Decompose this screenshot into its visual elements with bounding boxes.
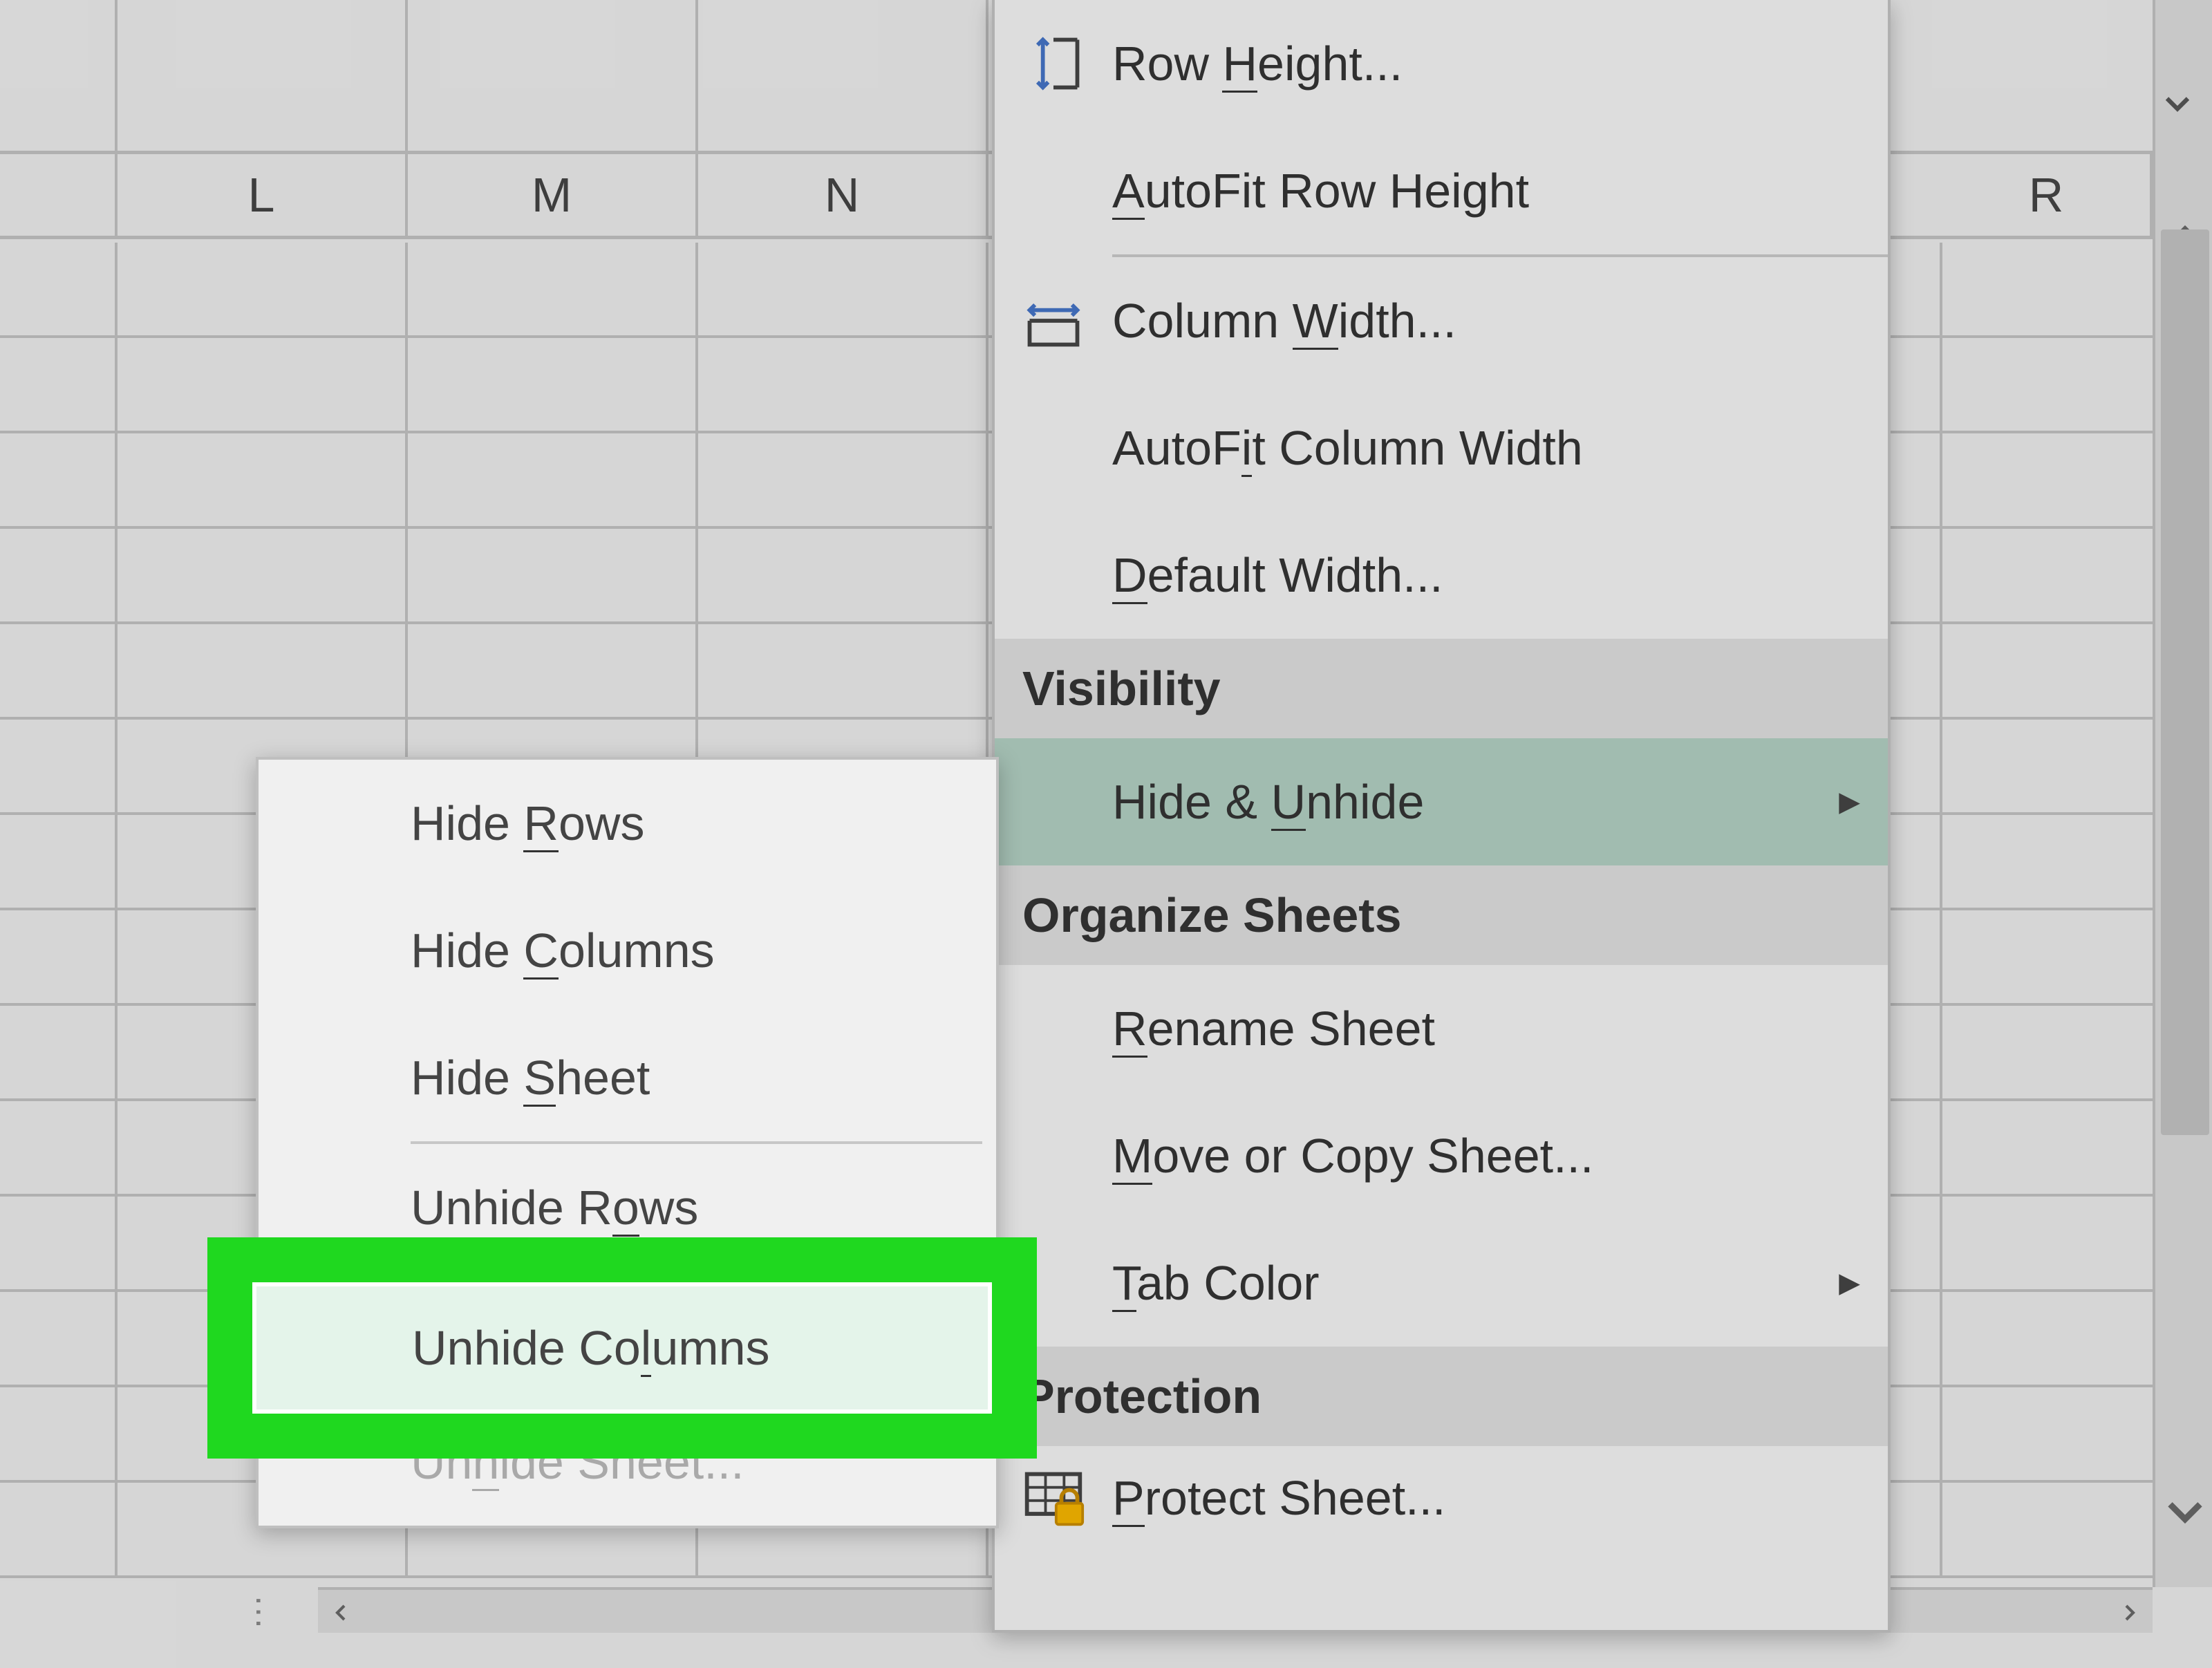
row-header-gutter[interactable] [0, 154, 118, 236]
submenu-hide-rows[interactable]: Hide Rows [259, 760, 996, 887]
grid-cell[interactable] [0, 529, 118, 624]
submenu-arrow-icon: ▶ [1839, 786, 1860, 818]
submenu-arrow-icon: ▶ [1839, 1267, 1860, 1299]
menu-hide-unhide[interactable]: Hide & Unhide ▶ [995, 738, 1888, 865]
menu-label: AutoFit Column Width [1112, 384, 1888, 512]
grid-cell[interactable] [0, 243, 118, 338]
grid-cell[interactable] [1942, 910, 2153, 1006]
grid-cell[interactable] [0, 338, 118, 433]
sheet-tab-menu-icon[interactable]: … [245, 1589, 291, 1631]
protect-sheet-icon [995, 1466, 1112, 1530]
grid-cell[interactable] [1942, 624, 2153, 720]
grid-cell[interactable] [1942, 1006, 2153, 1101]
menu-move-or-copy-sheet[interactable]: Move or Copy Sheet... [995, 1092, 1888, 1219]
grid-cell[interactable] [408, 433, 698, 529]
grid-cell[interactable] [0, 815, 118, 910]
scroll-thumb[interactable] [2161, 229, 2209, 1135]
column-header-L[interactable]: L [118, 154, 408, 236]
grid-cell[interactable] [0, 1197, 118, 1292]
submenu-hide-sheet[interactable]: Hide Sheet [259, 1014, 996, 1141]
column-header-R[interactable]: R [1942, 154, 2153, 236]
column-header-M[interactable]: M [408, 154, 698, 236]
menu-rename-sheet[interactable]: Rename Sheet [995, 965, 1888, 1092]
grid-cell[interactable] [0, 910, 118, 1006]
format-menu: Row Height... AutoFit Row Height Column … [992, 0, 1891, 1633]
menu-label: Move or Copy Sheet... [1112, 1092, 1888, 1219]
scroll-right-button[interactable] [2107, 1590, 2153, 1636]
grid-cell[interactable] [408, 624, 698, 720]
tutorial-highlight-label: Unhide Columns [252, 1282, 992, 1414]
menu-header-visibility: Visibility [995, 639, 1888, 738]
grid-cell[interactable] [698, 433, 988, 529]
grid-cell[interactable] [1942, 1197, 2153, 1292]
tutorial-highlight-box: Unhide Columns [207, 1237, 1037, 1459]
grid-cell[interactable] [698, 243, 988, 338]
grid-cell[interactable] [1942, 1483, 2153, 1578]
grid-cell[interactable] [1942, 338, 2153, 433]
grid-cell[interactable] [408, 243, 698, 338]
grid-cell[interactable] [0, 1387, 118, 1483]
grid-cell[interactable] [1942, 1101, 2153, 1197]
grid-cell[interactable] [408, 338, 698, 433]
menu-label: AutoFit Row Height [1112, 127, 1888, 254]
menu-label: Tab Color [1112, 1219, 1888, 1347]
grid-cell[interactable] [408, 529, 698, 624]
grid-cell[interactable] [0, 720, 118, 815]
menu-label: Hide & Unhide [1112, 738, 1888, 865]
menu-protect-sheet[interactable]: Protect Sheet... [995, 1446, 1888, 1550]
ribbon-collapse-icon[interactable] [2157, 83, 2198, 133]
grid-cell[interactable] [0, 1101, 118, 1197]
grid-cell[interactable] [0, 1006, 118, 1101]
scroll-left-button[interactable] [318, 1590, 364, 1636]
menu-label: Rename Sheet [1112, 965, 1888, 1092]
vertical-scrollbar[interactable] [2153, 0, 2212, 1587]
grid-cell[interactable] [1942, 815, 2153, 910]
column-header-N[interactable]: N [698, 154, 988, 236]
menu-label: Protect Sheet... [1112, 1446, 1888, 1550]
grid-cell[interactable] [1942, 1292, 2153, 1387]
grid-cell[interactable] [1942, 720, 2153, 815]
menu-column-width[interactable]: Column Width... [995, 257, 1888, 384]
grid-cell[interactable] [1942, 433, 2153, 529]
grid-cell[interactable] [118, 624, 408, 720]
grid-cell[interactable] [118, 338, 408, 433]
menu-header-organize: Organize Sheets [995, 865, 1888, 965]
grid-cell[interactable] [118, 529, 408, 624]
column-width-icon [995, 289, 1112, 353]
grid-cell[interactable] [0, 624, 118, 720]
grid-cell[interactable] [698, 529, 988, 624]
grid-cell[interactable] [698, 338, 988, 433]
menu-label: Default Width... [1112, 512, 1888, 639]
grid-cell[interactable] [1942, 1387, 2153, 1483]
scroll-down-button[interactable] [2155, 1482, 2212, 1542]
submenu-hide-columns[interactable]: Hide Columns [259, 887, 996, 1014]
grid-cell[interactable] [1942, 529, 2153, 624]
grid-cell[interactable] [118, 243, 408, 338]
menu-label: Column Width... [1112, 257, 1888, 384]
menu-header-protection: Protection [995, 1347, 1888, 1446]
menu-row-height[interactable]: Row Height... [995, 0, 1888, 127]
row-height-icon [995, 32, 1112, 95]
grid-cell[interactable] [698, 624, 988, 720]
menu-default-width[interactable]: Default Width... [995, 512, 1888, 639]
grid-cell[interactable] [1942, 243, 2153, 338]
menu-tab-color[interactable]: Tab Color ▶ [995, 1219, 1888, 1347]
menu-autofit-row-height[interactable]: AutoFit Row Height [995, 127, 1888, 254]
menu-label: Row Height... [1112, 0, 1888, 127]
grid-cell[interactable] [0, 1483, 118, 1578]
grid-cell[interactable] [118, 433, 408, 529]
grid-cell[interactable] [0, 1292, 118, 1387]
grid-cell[interactable] [0, 433, 118, 529]
menu-autofit-column-width[interactable]: AutoFit Column Width [995, 384, 1888, 512]
